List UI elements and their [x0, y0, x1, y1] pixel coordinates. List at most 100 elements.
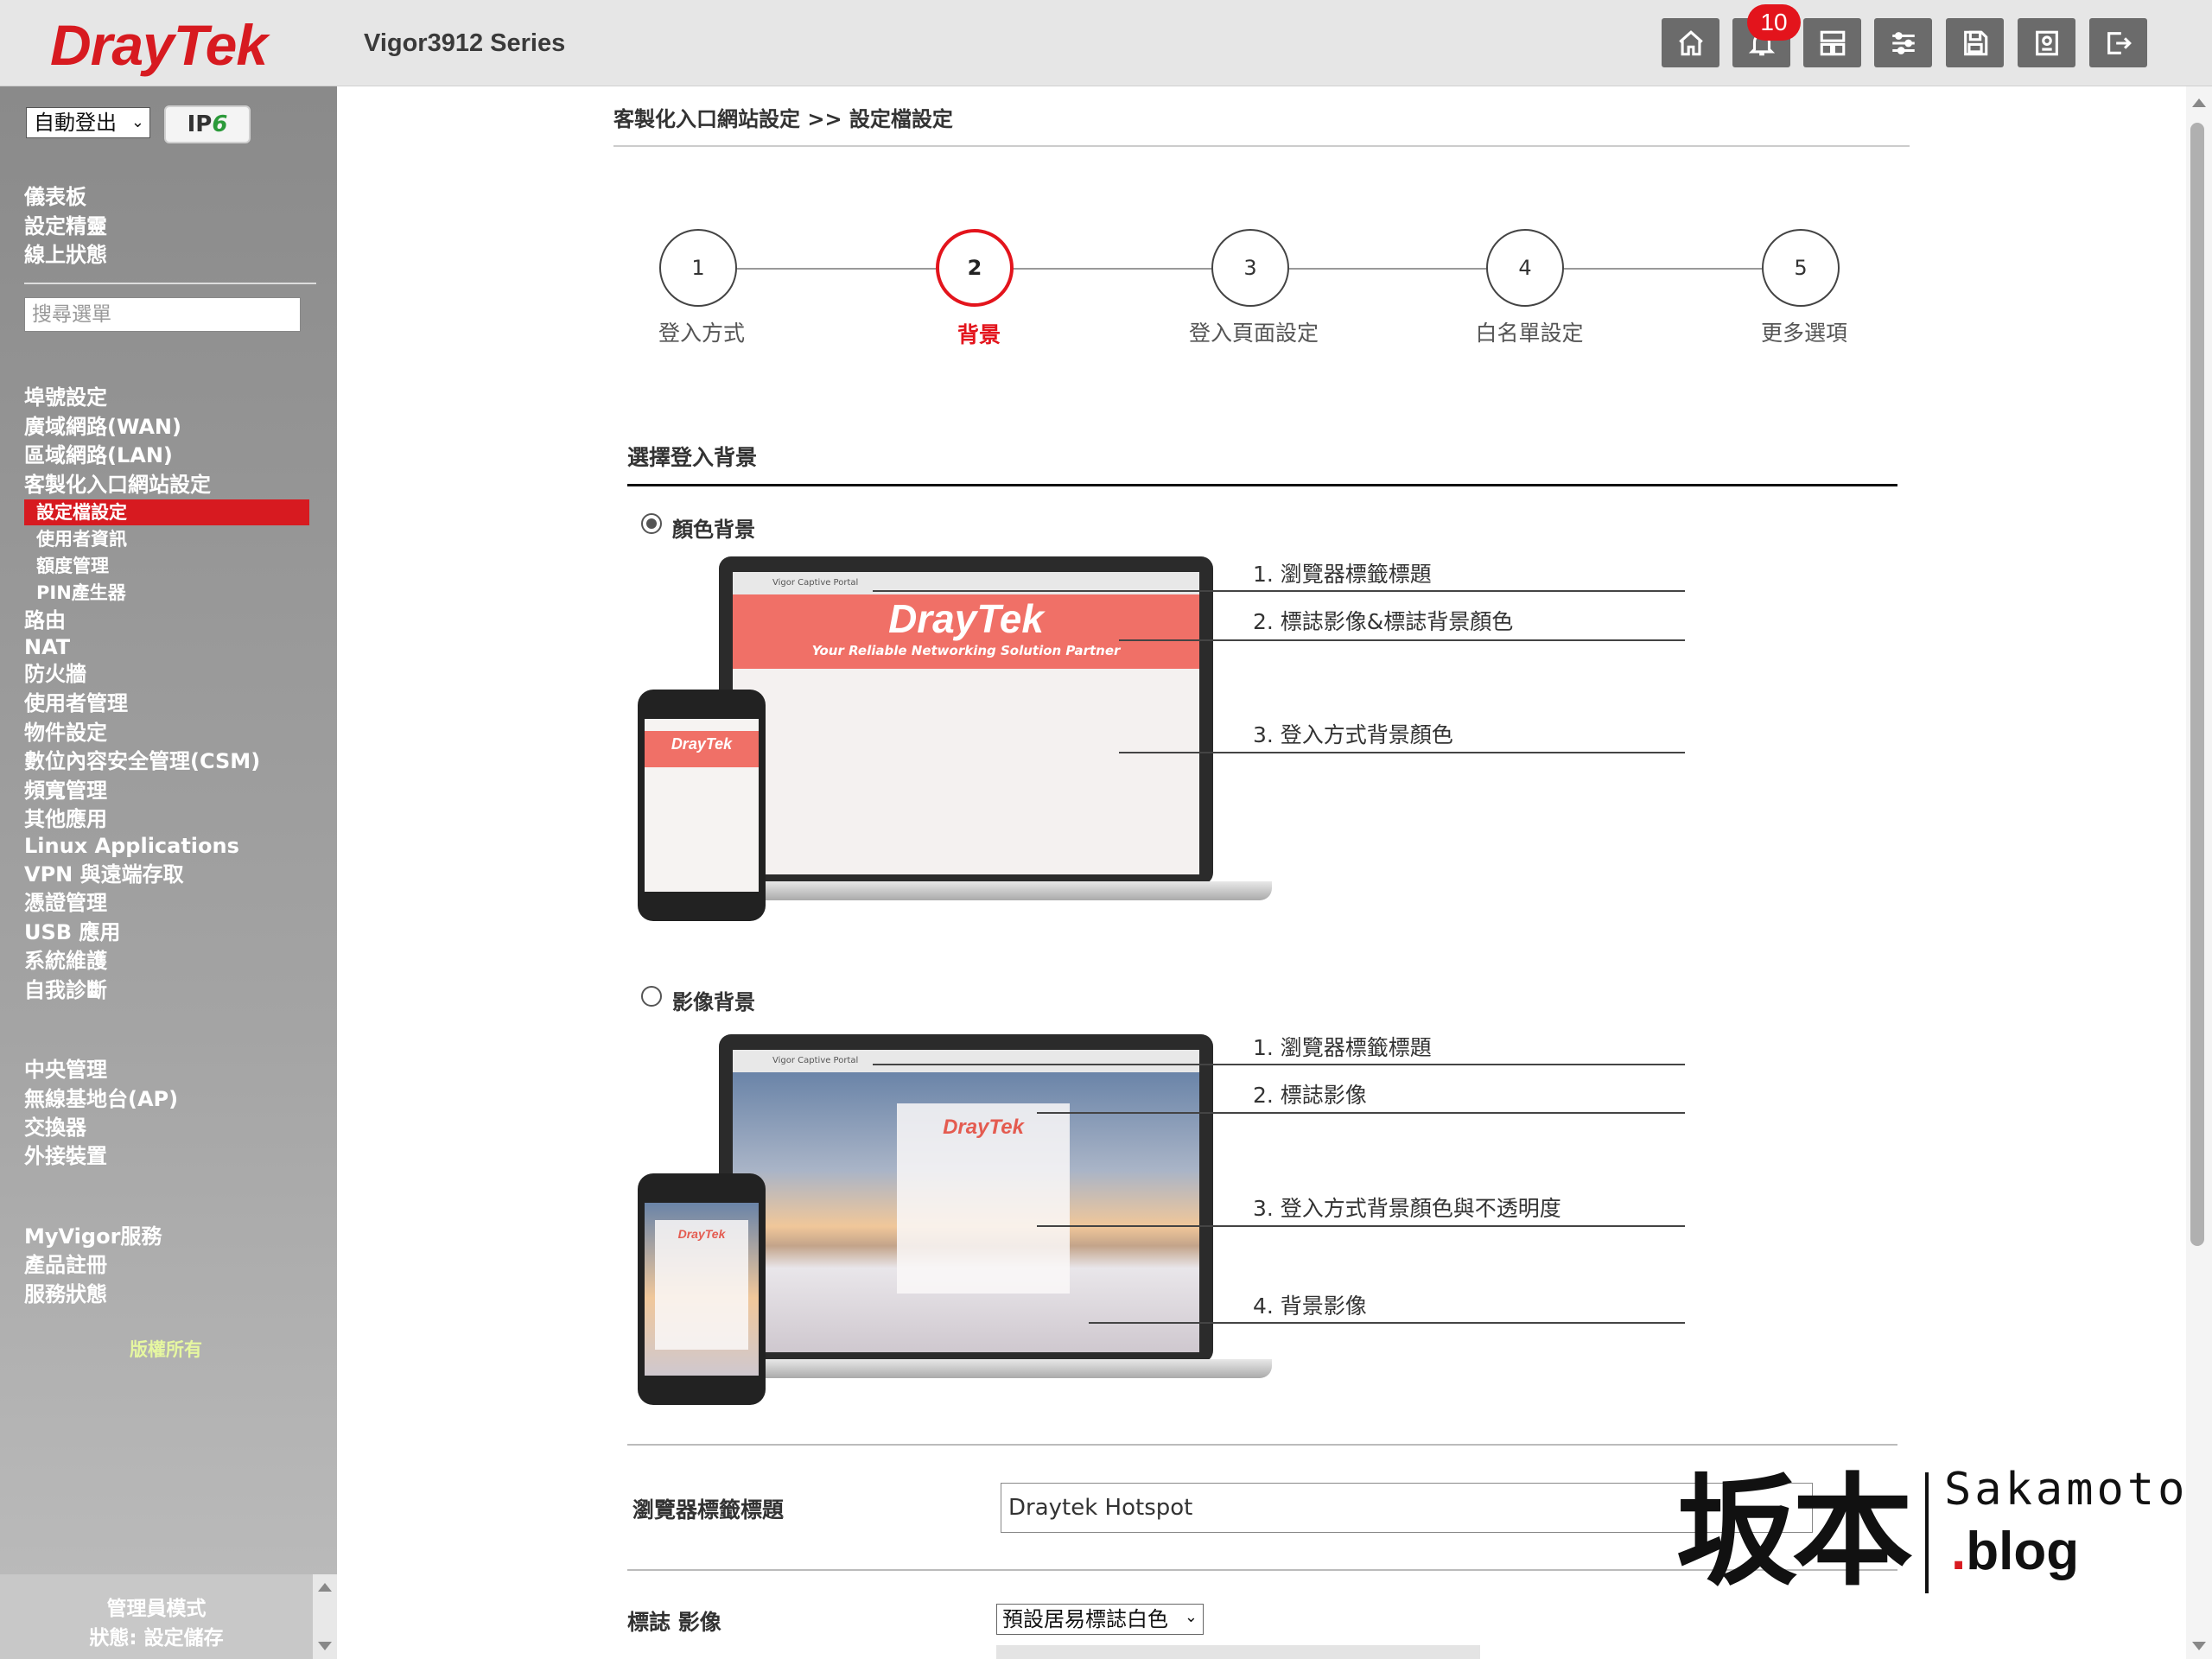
step-4-circle[interactable]: 4 — [1486, 229, 1564, 307]
color-callout-3-line — [1119, 752, 1685, 753]
color-callout-2-line — [1119, 639, 1685, 641]
menu-lan[interactable]: 區域網路(LAN) — [24, 442, 173, 468]
submenu-quota[interactable]: 額度管理 — [36, 553, 109, 579]
menu-ap[interactable]: 無線基地台(AP) — [24, 1086, 178, 1112]
menu-objects[interactable]: 物件設定 — [24, 720, 107, 746]
logo-image-label: 標誌 影像 — [627, 1610, 721, 1635]
menu-bandwidth[interactable]: 頻寬管理 — [24, 778, 107, 804]
submenu-pin-generator[interactable]: PIN產生器 — [36, 580, 126, 606]
page-scrollbar[interactable] — [2186, 86, 2212, 1659]
submenu-profile-setup[interactable]: 設定檔設定 — [36, 499, 127, 525]
menu-online-status[interactable]: 線上狀態 — [24, 242, 107, 268]
dashboard-layout-icon — [1820, 30, 1845, 55]
menu-product-registration[interactable]: 產品註冊 — [24, 1252, 107, 1278]
step-3-circle[interactable]: 3 — [1211, 229, 1289, 307]
menu-vpn[interactable]: VPN 與遠端存取 — [24, 861, 184, 887]
main-content: 客製化入口網站設定 >> 設定檔設定 1 2 3 4 5 登入方式 背景 登入頁… — [337, 86, 2186, 1659]
menu-service-status[interactable]: 服務狀態 — [24, 1281, 107, 1307]
banner-tagline: Your Reliable Networking Solution Partne… — [811, 643, 1121, 658]
submenu-user-info[interactable]: 使用者資訊 — [36, 526, 127, 552]
step-4-label: 白名單設定 — [1475, 321, 1584, 346]
logout-icon — [2107, 31, 2132, 54]
menu-csm[interactable]: 數位內容安全管理(CSM) — [24, 748, 260, 774]
sakamoto-blog-watermark: 坂本 Sakamoto .blog — [1676, 1434, 2184, 1616]
laptop-mockup-color: Vigor Captive Portal DrayTek Your Reliab… — [684, 556, 1272, 902]
radio-color-background[interactable] — [641, 513, 662, 534]
menu-firewall[interactable]: 防火牆 — [24, 661, 86, 687]
menu-captive-portal[interactable]: 客製化入口網站設定 — [24, 472, 211, 498]
settings-button[interactable] — [1874, 18, 1932, 67]
logo-preview-placeholder — [996, 1645, 1480, 1659]
ipv6-button[interactable]: IP6 — [164, 105, 251, 143]
step-1-circle[interactable]: 1 — [659, 229, 737, 307]
menu-wizard[interactable]: 設定精靈 — [24, 213, 107, 239]
menu-external-devices[interactable]: 外接裝置 — [24, 1143, 107, 1169]
menu-diagnostics[interactable]: 自我診斷 — [24, 977, 107, 1003]
menu-usb[interactable]: USB 應用 — [24, 919, 120, 945]
watermark-blog: .blog — [1951, 1521, 2079, 1582]
menu-myvigor[interactable]: MyVigor服務 — [24, 1224, 162, 1249]
image-callout-1-line — [873, 1064, 1685, 1065]
scroll-down-icon[interactable] — [318, 1642, 332, 1650]
section-title: 選擇登入背景 — [627, 445, 758, 470]
step-5-circle[interactable]: 5 — [1762, 229, 1840, 307]
menu-port-setup[interactable]: 埠號設定 — [24, 385, 107, 410]
watermark-latin: Sakamoto — [1944, 1464, 2189, 1516]
laptop-mockup-image: Vigor Captive Portal DrayTek — [684, 1034, 1272, 1380]
ipv6-prefix: IP — [187, 111, 213, 137]
save-button[interactable] — [1946, 18, 2004, 67]
step-3-label: 登入頁面設定 — [1188, 321, 1319, 346]
page-scroll-thumb[interactable] — [2190, 123, 2204, 1246]
backup-button[interactable] — [2018, 18, 2075, 67]
login-card: DrayTek — [897, 1103, 1070, 1294]
menu-wan[interactable]: 廣域網路(WAN) — [24, 414, 181, 440]
menu-search-input[interactable]: 搜尋選單 — [24, 297, 301, 332]
logo-banner: DrayTek Your Reliable Networking Solutio… — [733, 594, 1199, 669]
chevron-down-icon: ⌄ — [130, 113, 144, 131]
copyright-link[interactable]: 版權所有 — [130, 1336, 202, 1362]
save-icon — [1963, 30, 1987, 55]
sidebar-scrollbar[interactable] — [313, 1574, 337, 1659]
page-scroll-down-icon[interactable] — [2192, 1642, 2206, 1650]
page-scroll-up-icon[interactable] — [2192, 99, 2206, 107]
menu-routing[interactable]: 路由 — [24, 607, 66, 633]
browser-tab: Vigor Captive Portal — [733, 1050, 1199, 1072]
breadcrumb-divider — [613, 145, 1910, 147]
breadcrumb: 客製化入口網站設定 >> 設定檔設定 — [613, 107, 953, 131]
laptop-screen: Vigor Captive Portal DrayTek Your Reliab… — [733, 572, 1199, 874]
ipv6-suffix: 6 — [212, 111, 228, 137]
dashboard-layout-button[interactable] — [1803, 18, 1861, 67]
chevron-down-icon: ⌄ — [1184, 1608, 1198, 1626]
menu-user-management[interactable]: 使用者管理 — [24, 690, 128, 716]
phone-mockup-color: DrayTek — [638, 690, 766, 921]
image-callout-1: 1. 瀏覽器標籤標題 — [1253, 1035, 1432, 1060]
menu-maintenance[interactable]: 系統維護 — [24, 948, 107, 974]
menu-certificates[interactable]: 憑證管理 — [24, 890, 107, 916]
step-5-label: 更多選項 — [1760, 321, 1847, 346]
menu-linux-apps[interactable]: Linux Applications — [24, 833, 239, 859]
menu-dashboard[interactable]: 儀表板 — [24, 184, 86, 210]
menu-switch[interactable]: 交換器 — [24, 1115, 86, 1141]
admin-mode-text: 管理員模式 — [106, 1598, 207, 1620]
phone-screen: DrayTek — [645, 1203, 759, 1376]
radio-image-background[interactable] — [641, 986, 662, 1007]
menu-nat[interactable]: NAT — [24, 634, 70, 660]
draytek-logo[interactable]: DrayTek — [50, 12, 268, 78]
step-2-circle[interactable]: 2 — [936, 229, 1014, 307]
auto-logout-select[interactable]: 自動登出 ⌄ — [26, 107, 150, 138]
logo-image-select[interactable]: 預設居易標誌白色 ⌄ — [996, 1604, 1204, 1635]
image-callout-3-line — [1037, 1225, 1685, 1227]
scroll-up-icon[interactable] — [318, 1583, 332, 1592]
watermark-blog-text: blog — [1966, 1522, 2080, 1581]
backup-icon — [2035, 30, 2058, 55]
color-callout-1-line — [873, 590, 1685, 592]
home-button[interactable] — [1662, 18, 1719, 67]
logout-button[interactable] — [2089, 18, 2147, 67]
menu-applications[interactable]: 其他應用 — [24, 806, 107, 832]
image-callout-4-line — [1089, 1322, 1685, 1324]
laptop-screen: Vigor Captive Portal DrayTek — [733, 1050, 1199, 1352]
home-icon — [1678, 29, 1703, 55]
top-bar: DrayTek Vigor3912 Series 10 — [0, 0, 2212, 86]
menu-central-management[interactable]: 中央管理 — [24, 1057, 107, 1083]
color-callout-1: 1. 瀏覽器標籤標題 — [1253, 562, 1432, 587]
